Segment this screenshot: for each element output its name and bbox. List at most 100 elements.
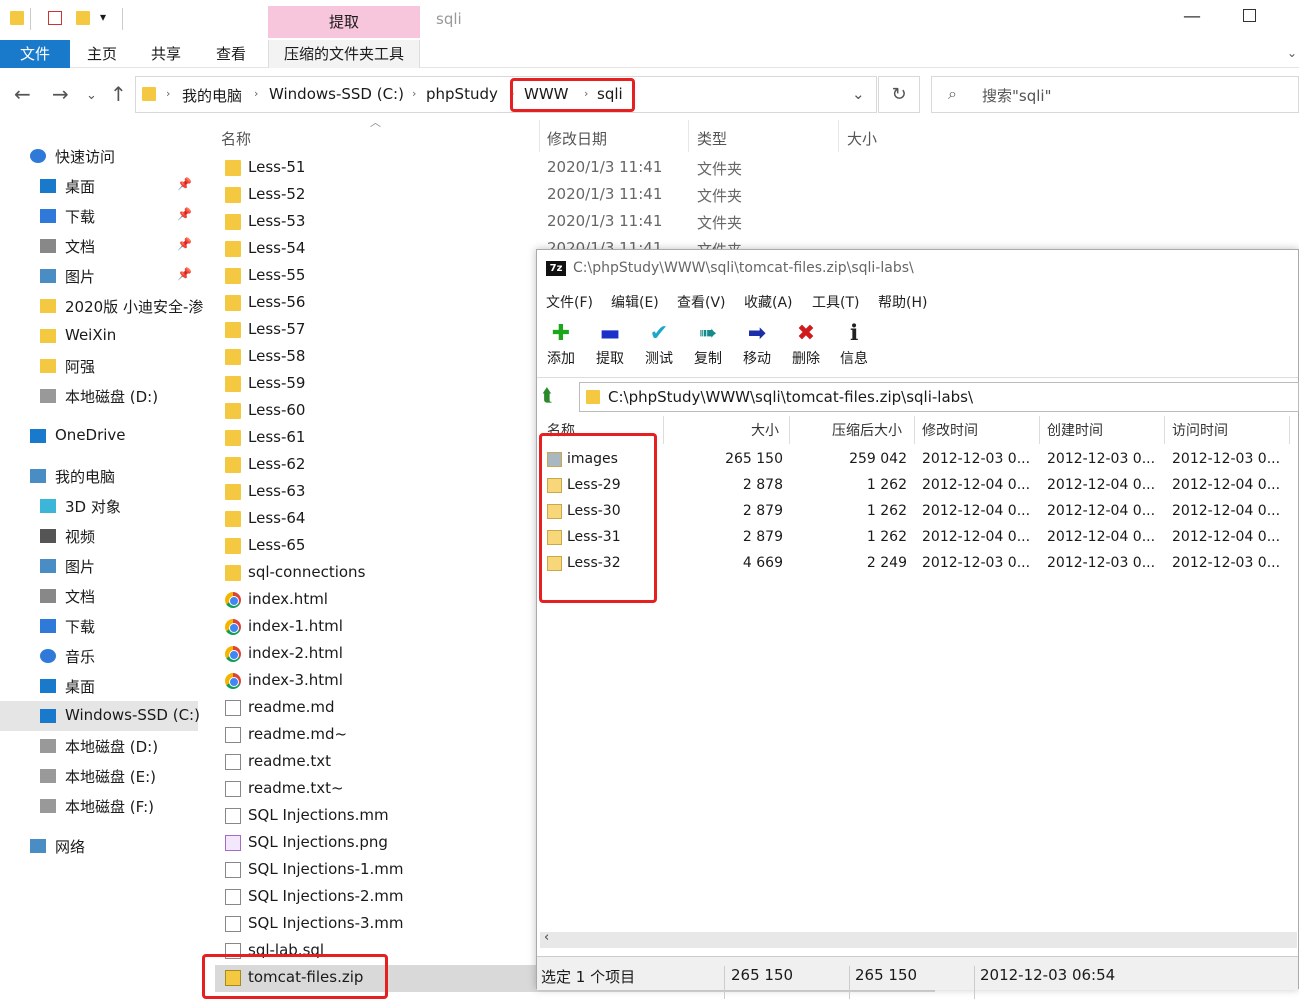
column-header-size[interactable]: 大小 bbox=[847, 128, 877, 149]
file-row[interactable]: Less-51 2020/1/3 11:41 文件夹 bbox=[215, 155, 935, 182]
sevenzip-column-header[interactable]: 创建时间 bbox=[1047, 420, 1103, 440]
sevenzip-column-header[interactable]: 大小 bbox=[751, 420, 779, 440]
sidebar-item[interactable]: 本地磁盘 (D:) bbox=[0, 731, 198, 761]
sidebar-item[interactable]: 2020版 小迪安全-渗 bbox=[0, 291, 203, 321]
sevenzip-cell-created: 2012-12-03 0... bbox=[1047, 555, 1156, 571]
up-arrow-icon[interactable]: ↑ bbox=[110, 82, 127, 106]
toolbar-button[interactable]: ✚ 添加 bbox=[541, 320, 581, 368]
breadcrumb-item[interactable]: phpStudy bbox=[426, 85, 498, 103]
download-icon bbox=[40, 619, 56, 633]
sevenzip-column-header[interactable]: 压缩后大小 bbox=[832, 420, 902, 440]
sidebar-item[interactable]: 视频 bbox=[0, 521, 198, 551]
pin-icon[interactable]: 📌 bbox=[177, 207, 192, 221]
sidebar-item[interactable]: 网络 bbox=[0, 831, 198, 861]
breadcrumb-item[interactable]: Windows-SSD (C:) bbox=[269, 85, 404, 103]
file-name: Less-54 bbox=[248, 239, 306, 257]
menu-item-file[interactable]: 文件(F) bbox=[546, 292, 593, 312]
tab-compressed-folder-tools[interactable]: 压缩的文件夹工具 bbox=[268, 40, 420, 68]
menu-item-favorites[interactable]: 收藏(A) bbox=[744, 292, 793, 312]
file-row[interactable]: Less-53 2020/1/3 11:41 文件夹 bbox=[215, 209, 935, 236]
toolbar-button[interactable]: ✖ 删除 bbox=[786, 320, 826, 368]
ribbon-tabs: 文件 主页 共享 查看 压缩的文件夹工具 ⌄ bbox=[0, 40, 1299, 68]
sidebar-item[interactable]: 图片 bbox=[0, 551, 198, 581]
plus-icon: ✚ bbox=[551, 321, 571, 346]
sidebar-item[interactable]: 下载 📌 bbox=[0, 201, 198, 231]
sidebar-item[interactable]: 我的电脑 bbox=[0, 461, 198, 491]
folder-icon bbox=[225, 295, 241, 311]
toolbar-button[interactable]: ➠ 复制 bbox=[688, 320, 728, 368]
file-name: Less-62 bbox=[248, 455, 306, 473]
toolbar-button[interactable]: ℹ 信息 bbox=[834, 320, 874, 368]
file-row[interactable]: Less-52 2020/1/3 11:41 文件夹 bbox=[215, 182, 935, 209]
pin-icon[interactable]: 📌 bbox=[177, 177, 192, 191]
breadcrumb-item[interactable]: 我的电脑 bbox=[182, 85, 242, 106]
forward-arrow-icon[interactable]: → bbox=[52, 82, 69, 106]
address-bar[interactable]: › 我的电脑 › Windows-SSD (C:) › phpStudy › W… bbox=[135, 76, 877, 113]
column-header-type[interactable]: 类型 bbox=[697, 128, 727, 149]
customize-dropdown-icon[interactable]: ▾ bbox=[100, 10, 106, 24]
sidebar-item-label: 音乐 bbox=[65, 648, 96, 666]
sidebar-item-label: 本地磁盘 (E:) bbox=[65, 768, 157, 786]
back-arrow-icon[interactable]: ← bbox=[14, 82, 31, 106]
sevenzip-column-header[interactable]: 访问时间 bbox=[1172, 420, 1228, 440]
tab-home[interactable]: 主页 bbox=[80, 40, 124, 68]
sidebar-item[interactable]: 文档 📌 bbox=[0, 231, 198, 261]
menu-item-view[interactable]: 查看(V) bbox=[677, 292, 726, 312]
file-name: Less-60 bbox=[248, 401, 306, 419]
sidebar-item[interactable]: 本地磁盘 (E:) bbox=[0, 761, 198, 791]
toolbar-button[interactable]: ▬ 提取 bbox=[590, 320, 630, 368]
up-folder-icon[interactable]: ⮬ bbox=[542, 385, 553, 406]
sevenzip-column-header[interactable]: 修改时间 bbox=[922, 420, 978, 440]
menu-item-tools[interactable]: 工具(T) bbox=[812, 292, 859, 312]
folder-icon bbox=[40, 329, 56, 343]
file-name: sql-connections bbox=[248, 563, 366, 581]
column-header-name[interactable]: 名称 bbox=[221, 128, 251, 149]
column-header-date[interactable]: 修改日期 bbox=[547, 128, 607, 149]
sidebar-item[interactable]: 桌面 📌 bbox=[0, 171, 198, 201]
recent-dropdown-icon[interactable]: ⌄ bbox=[86, 88, 97, 103]
sidebar-item[interactable]: WeiXin bbox=[0, 321, 198, 351]
sidebar-item[interactable]: OneDrive bbox=[0, 421, 198, 451]
address-dropdown-icon[interactable]: ⌄ bbox=[852, 85, 865, 103]
file-name: SQL Injections-2.mm bbox=[248, 887, 404, 905]
chevron-down-icon[interactable]: ⌄ bbox=[1287, 46, 1297, 60]
sevenzip-path-input[interactable]: C:\phpStudy\WWW\sqli\tomcat-files.zip\sq… bbox=[579, 382, 1299, 412]
refresh-button[interactable]: ↻ bbox=[878, 76, 920, 113]
minimize-button[interactable]: — bbox=[1183, 6, 1201, 27]
properties-icon[interactable] bbox=[48, 11, 62, 25]
network-icon bbox=[30, 839, 46, 853]
sidebar-item[interactable]: 音乐 bbox=[0, 641, 198, 671]
sidebar-item[interactable]: 图片 📌 bbox=[0, 261, 198, 291]
divider bbox=[30, 8, 31, 30]
drive-icon bbox=[40, 799, 56, 813]
sidebar-item[interactable]: 快速访问 bbox=[0, 141, 198, 171]
sidebar-item[interactable]: 3D 对象 bbox=[0, 491, 198, 521]
menu-item-help[interactable]: 帮助(H) bbox=[878, 292, 927, 312]
file-icon bbox=[225, 808, 241, 824]
scroll-left-icon[interactable]: ‹ bbox=[544, 930, 549, 945]
pin-icon[interactable]: 📌 bbox=[177, 267, 192, 281]
pin-icon[interactable]: 📌 bbox=[177, 237, 192, 251]
sidebar-item[interactable]: 下载 bbox=[0, 611, 198, 641]
context-group-label: 提取 bbox=[268, 6, 420, 38]
horizontal-scrollbar[interactable]: ‹ bbox=[540, 930, 1297, 948]
sidebar-item[interactable]: 本地磁盘 (D:) bbox=[0, 381, 198, 411]
sidebar-item[interactable]: 桌面 bbox=[0, 671, 198, 701]
search-input[interactable]: ⌕ 搜索"sqli" bbox=[931, 76, 1299, 113]
drive-icon bbox=[40, 739, 56, 753]
sidebar-item[interactable]: 阿强 bbox=[0, 351, 198, 381]
sidebar-item[interactable]: 本地磁盘 (F:) bbox=[0, 791, 198, 821]
tab-share[interactable]: 共享 bbox=[144, 40, 188, 68]
toolbar-button[interactable]: ➡ 移动 bbox=[737, 320, 777, 368]
tab-view[interactable]: 查看 bbox=[209, 40, 253, 68]
window-title: sqli bbox=[436, 10, 462, 28]
sidebar-item[interactable]: Windows-SSD (C:) bbox=[0, 701, 200, 731]
menu-item-edit[interactable]: 编辑(E) bbox=[611, 292, 659, 312]
toolbar-button[interactable]: ✔ 测试 bbox=[639, 320, 679, 368]
tab-file[interactable]: 文件 bbox=[0, 40, 70, 68]
sevenzip-cell-modified: 2012-12-04 0... bbox=[922, 477, 1031, 493]
new-folder-icon[interactable] bbox=[76, 11, 90, 25]
sidebar-item[interactable]: 文档 bbox=[0, 581, 198, 611]
maximize-button[interactable] bbox=[1243, 9, 1256, 22]
divider bbox=[974, 966, 975, 999]
